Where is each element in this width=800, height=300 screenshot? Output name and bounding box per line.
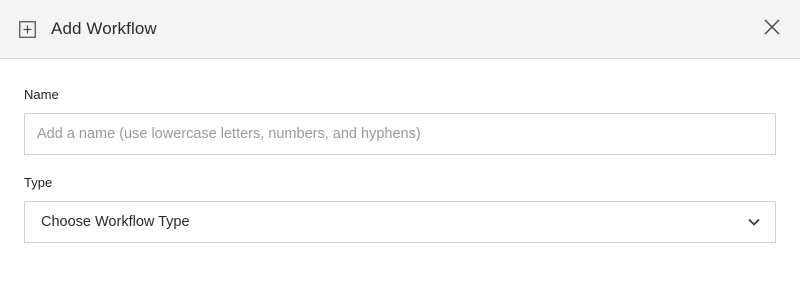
- add-square-icon: [18, 20, 36, 38]
- type-label: Type: [24, 175, 53, 190]
- dialog-title: Add Workflow: [51, 19, 157, 38]
- workflow-type-selected: Choose Workflow Type: [41, 214, 190, 230]
- chevron-down-icon: [747, 215, 761, 229]
- add-workflow-dialog: Add Workflow Name Type Choose Workflow T…: [0, 0, 800, 300]
- close-button[interactable]: [762, 18, 782, 40]
- close-icon: [764, 18, 780, 40]
- workflow-type-select[interactable]: Choose Workflow Type: [24, 201, 776, 243]
- dialog-header: Add Workflow: [0, 0, 800, 59]
- dialog-body: Name Type Choose Workflow Type: [0, 87, 800, 243]
- name-input[interactable]: [24, 113, 776, 155]
- name-label: Name: [24, 87, 59, 102]
